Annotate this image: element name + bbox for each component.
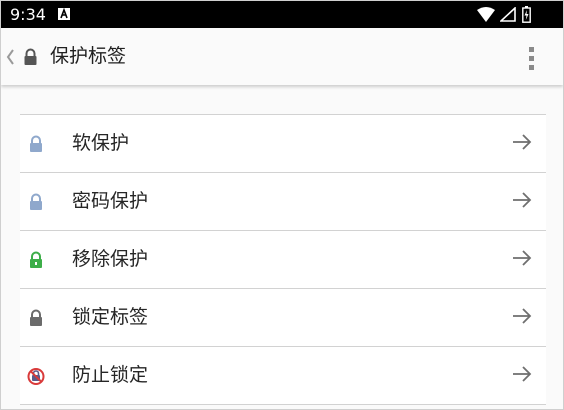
chevron-left-icon[interactable] xyxy=(6,49,15,65)
signal-icon xyxy=(500,7,516,22)
list-item-label: 密码保护 xyxy=(72,190,149,212)
list-item-label: 软保护 xyxy=(72,132,130,154)
arrow-right-icon xyxy=(513,250,532,266)
lock-icon xyxy=(30,309,42,326)
list-item-label: 防止锁定 xyxy=(72,364,149,386)
battery-icon xyxy=(522,6,531,23)
list-item-password-protection[interactable]: 密码保护 xyxy=(20,173,546,231)
no-lock-icon xyxy=(27,368,45,385)
status-bar: 9:34 xyxy=(1,1,563,28)
lock-icon xyxy=(24,48,37,65)
list-item-lock-tab[interactable]: 锁定标签 xyxy=(20,289,546,347)
list-item-label: 移除保护 xyxy=(72,248,149,270)
arrow-right-icon xyxy=(513,134,532,150)
arrow-right-icon xyxy=(513,308,532,324)
a-badge-icon xyxy=(58,8,70,20)
app-window: 9:34 保护标签 软保护 密码保护 移除保护 锁定标签 防止锁定 xyxy=(0,0,564,410)
list-item-remove-protection[interactable]: 移除保护 xyxy=(20,231,546,289)
overflow-menu-icon[interactable] xyxy=(527,45,537,71)
lock-open-icon xyxy=(30,251,42,268)
list-item-soft-protection[interactable]: 软保护 xyxy=(20,115,546,173)
lock-icon xyxy=(30,193,42,210)
list-item-prevent-lock[interactable]: 防止锁定 xyxy=(20,347,546,405)
arrow-right-icon xyxy=(513,192,532,208)
list-item-label: 锁定标签 xyxy=(72,306,149,328)
status-time: 9:34 xyxy=(10,5,46,24)
lock-icon xyxy=(30,135,42,152)
app-bar: 保护标签 xyxy=(1,28,563,85)
page-title: 保护标签 xyxy=(50,45,127,67)
content-area: 软保护 密码保护 移除保护 锁定标签 防止锁定 xyxy=(1,85,563,409)
wifi-icon xyxy=(477,7,495,22)
protection-list: 软保护 密码保护 移除保护 锁定标签 防止锁定 xyxy=(20,114,546,405)
arrow-right-icon xyxy=(513,366,532,382)
